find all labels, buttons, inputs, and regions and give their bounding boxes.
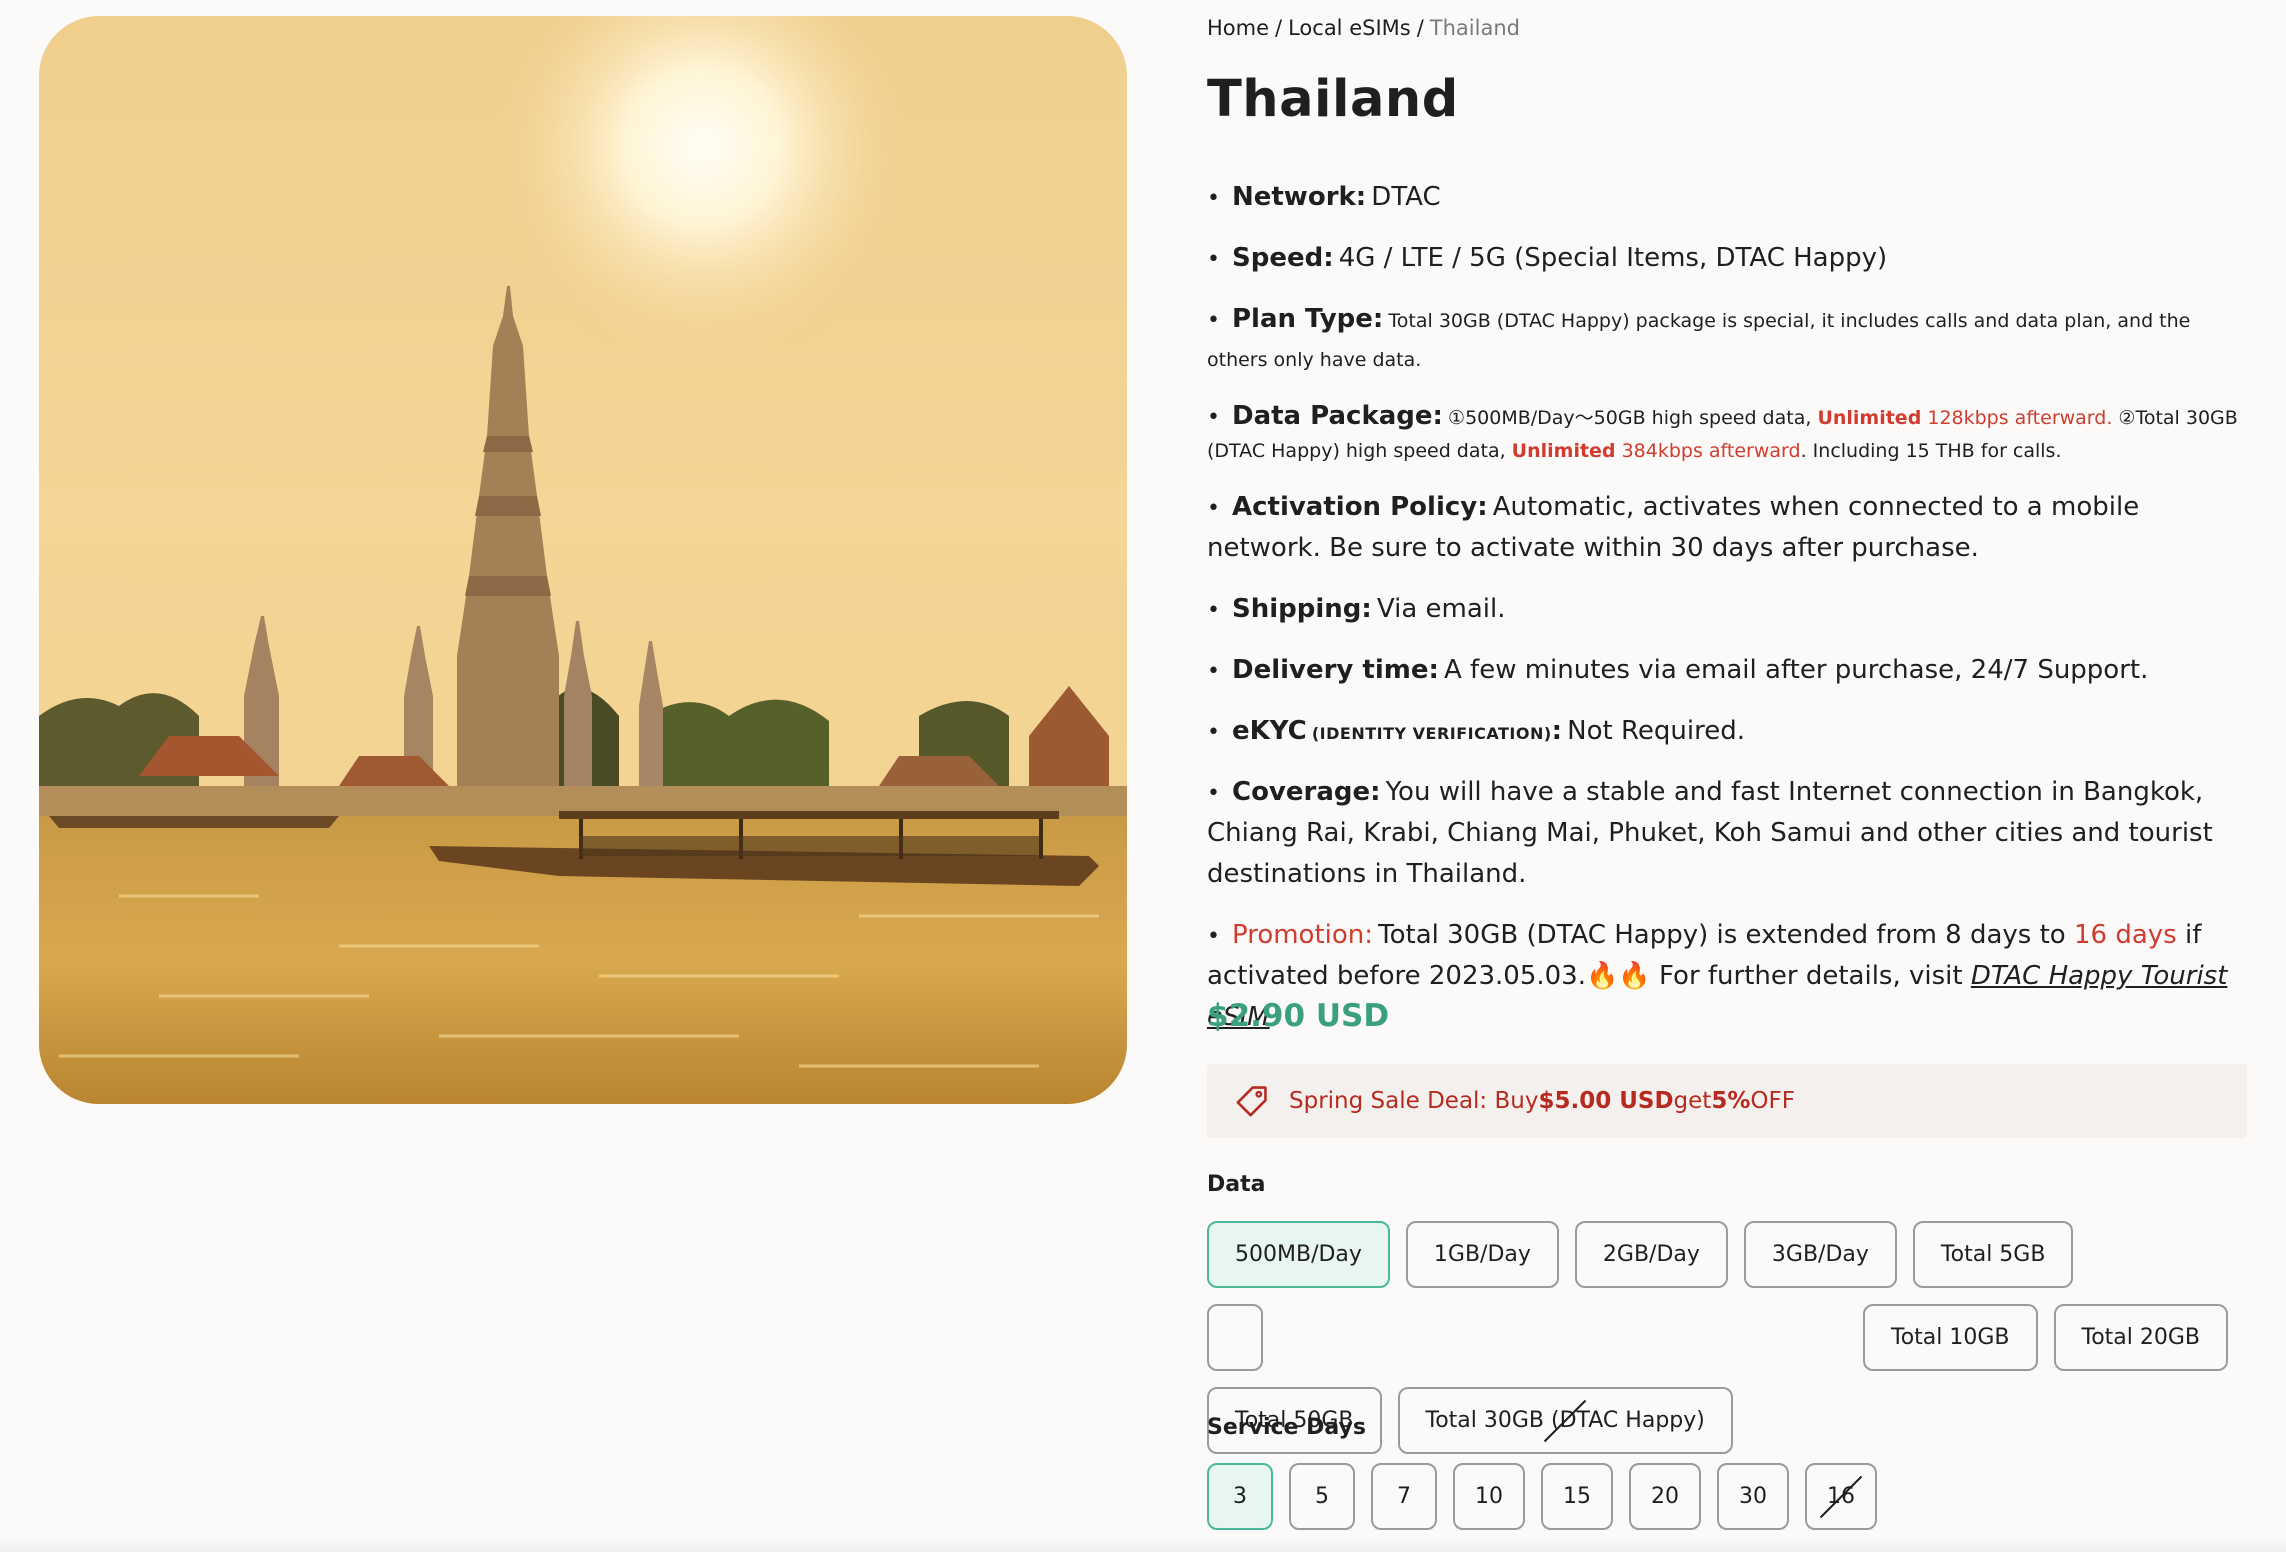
data-option-2gb-day[interactable]: 2GB/Day xyxy=(1574,1221,1728,1288)
days-option-10[interactable]: 10 xyxy=(1453,1463,1525,1530)
throttle-rate: 384kbps afterward xyxy=(1615,440,1801,462)
spec-sublabel: (IDENTITY VERIFICATION) xyxy=(1311,724,1552,743)
breadcrumb: Home / Local eSIMs / Thailand xyxy=(1207,16,1520,40)
sale-mid: get xyxy=(1673,1088,1712,1114)
page-title: Thailand xyxy=(1207,70,1459,129)
breadcrumb-separator: / xyxy=(1416,16,1424,40)
sale-suffix: OFF xyxy=(1750,1088,1795,1114)
spec-value: ①500MB/Day～50GB high speed data, xyxy=(1448,407,1818,429)
days-options: 3 5 7 10 15 20 30 16 xyxy=(1207,1463,2247,1546)
spec-network: • Network: DTAC xyxy=(1207,182,1441,212)
breadcrumb-current: Thailand xyxy=(1429,16,1520,40)
spec-label: Activation Policy: xyxy=(1231,492,1488,522)
data-option-500mb-day[interactable]: 500MB/Day xyxy=(1207,1221,1390,1288)
data-option-total-10gb[interactable]: Total 10GB xyxy=(1863,1304,2038,1371)
spec-label: eKYC xyxy=(1231,716,1307,746)
spec-value: For further details, visit xyxy=(1650,961,1971,991)
days-option-7[interactable]: 7 xyxy=(1371,1463,1437,1530)
spec-value: Total 30GB (DTAC Happy) is extended from… xyxy=(1378,920,2074,950)
breadcrumb-separator: / xyxy=(1275,16,1283,40)
spec-list: • Network: DTAC • Speed: 4G / LTE / 5G (Sp… xyxy=(1207,178,2247,1059)
spec-ekyc: • eKYC (IDENTITY VERIFICATION): Not Requi… xyxy=(1207,716,1745,746)
unlimited-badge: Unlimited xyxy=(1817,407,1922,429)
spec-value: 4G / LTE / 5G (Special Items, DTAC Happy… xyxy=(1338,243,1888,273)
sale-prefix: Spring Sale Deal: Buy xyxy=(1289,1088,1539,1114)
product-image xyxy=(39,16,1127,1104)
days-option-16[interactable]: 16 xyxy=(1805,1463,1877,1530)
spec-value: Via email. xyxy=(1376,594,1506,624)
breadcrumb-home[interactable]: Home xyxy=(1207,16,1269,40)
spec-colon: : xyxy=(1551,716,1563,746)
breadcrumb-local-esims[interactable]: Local eSIMs xyxy=(1288,16,1411,40)
spec-label: Delivery time: xyxy=(1231,655,1439,685)
spec-coverage: • Coverage: You will have a stable and fa… xyxy=(1207,777,2213,889)
service-days-label: Service Days xyxy=(1207,1415,1366,1440)
days-option-3[interactable]: 3 xyxy=(1207,1463,1273,1530)
days-option-20[interactable]: 20 xyxy=(1629,1463,1701,1530)
sale-amount: $5.00 USD xyxy=(1538,1088,1674,1114)
spec-label: Shipping: xyxy=(1231,594,1372,624)
price: $2.90 USD xyxy=(1207,998,1390,1034)
spec-label: Data Package: xyxy=(1231,401,1443,431)
sale-banner: Spring Sale Deal: Buy $5.00 USD get 5% O… xyxy=(1207,1064,2247,1138)
wat-arun-photo xyxy=(39,16,1127,1104)
unlimited-badge: Unlimited xyxy=(1511,440,1616,462)
spec-label: Coverage: xyxy=(1231,777,1381,807)
spec-speed: • Speed: 4G / LTE / 5G (Special Items, DT… xyxy=(1207,243,1888,273)
spec-label: Speed: xyxy=(1231,243,1334,273)
page-bottom-edge xyxy=(0,1538,2286,1552)
spec-delivery: • Delivery time: A few minutes via email … xyxy=(1207,655,2149,685)
data-option-total-20gb[interactable]: Total 20GB xyxy=(2053,1304,2229,1371)
spec-value: . Including 15 THB for calls. xyxy=(1800,440,2062,462)
spec-label: Plan Type: xyxy=(1231,304,1384,334)
sale-percent: 5% xyxy=(1711,1088,1751,1114)
row-break xyxy=(1207,1304,1263,1371)
spec-value: Not Required. xyxy=(1567,716,1745,746)
spec-data-package: • Data Package: ①500MB/Day～50GB high spee… xyxy=(1207,401,2238,462)
fire-icon: 🔥🔥 xyxy=(1586,961,1651,991)
data-option-total-30gb-dtac-happy[interactable]: Total 30GB (DTAC Happy) xyxy=(1397,1387,1733,1454)
data-section-label: Data xyxy=(1207,1172,1266,1197)
promotion-label: Promotion: xyxy=(1231,920,1374,950)
spec-label: Network: xyxy=(1231,182,1367,212)
spec-plan-type: • Plan Type: Total 30GB (DTAC Happy) pack… xyxy=(1207,304,2191,371)
spec-shipping: • Shipping: Via email. xyxy=(1207,594,1506,624)
days-option-5[interactable]: 5 xyxy=(1289,1463,1355,1530)
price-tag-icon xyxy=(1236,1086,1267,1117)
promo-days: 16 days xyxy=(2073,920,2177,950)
throttle-rate: 128kbps afterward. xyxy=(1921,407,2113,429)
data-option-3gb-day[interactable]: 3GB/Day xyxy=(1743,1221,1897,1288)
days-option-15[interactable]: 15 xyxy=(1541,1463,1613,1530)
data-option-1gb-day[interactable]: 1GB/Day xyxy=(1405,1221,1559,1288)
spec-activation: • Activation Policy: Automatic, activates… xyxy=(1207,492,2140,563)
spec-value: A few minutes via email after purchase, … xyxy=(1444,655,2149,685)
spec-value: DTAC xyxy=(1371,182,1441,212)
data-option-total-5gb[interactable]: Total 5GB xyxy=(1912,1221,2074,1288)
days-option-30[interactable]: 30 xyxy=(1717,1463,1789,1530)
